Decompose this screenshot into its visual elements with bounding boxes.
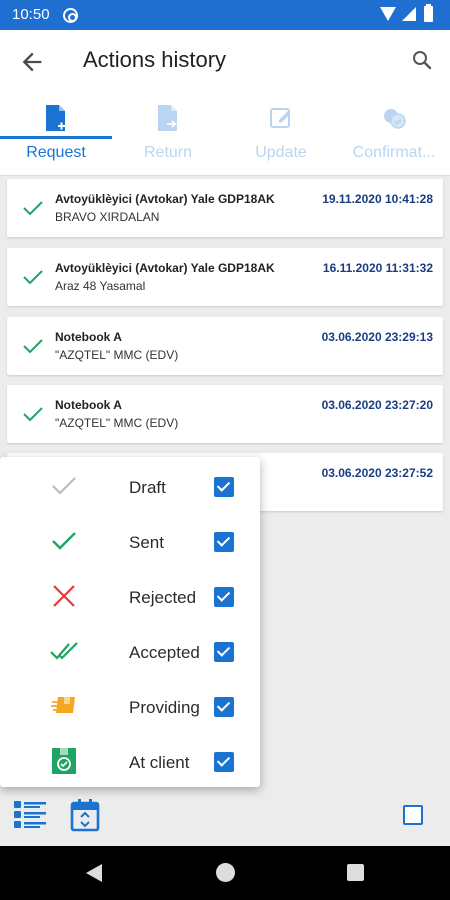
filter-checkbox[interactable]	[214, 532, 234, 552]
item-date: 03.06.2020 23:27:52	[321, 466, 433, 480]
tab-label: Confirmat...	[352, 144, 436, 161]
notification-app-icon	[63, 8, 78, 23]
tab-label: Update	[255, 144, 307, 161]
filter-label: Providing	[129, 698, 200, 717]
bottom-toolbar	[0, 788, 450, 846]
item-subtitle: Araz 48 Yasamal	[55, 279, 146, 293]
select-all-checkbox[interactable]	[403, 805, 423, 825]
filter-label: Rejected	[129, 588, 197, 607]
item-title: Avtoyüklèyici (Avtokar) Yale GDP18AK	[55, 192, 275, 206]
tab-divider	[0, 175, 450, 176]
calendar-icon[interactable]	[70, 798, 100, 832]
return-doc-icon	[158, 105, 178, 131]
item-subtitle: "AZQTEL" MMC (EDV)	[55, 348, 179, 362]
draft-check-icon	[52, 477, 76, 495]
tab-label: Request	[26, 144, 86, 161]
check-icon	[23, 201, 43, 216]
list-item[interactable]: Avtoyüklèyici (Avtokar) Yale GDP18AK Ara…	[7, 248, 443, 306]
confirmation-icon	[384, 109, 406, 129]
filter-option-at-client[interactable]: At client	[0, 734, 260, 789]
sent-check-icon	[52, 532, 76, 550]
filter-option-sent[interactable]: Sent	[0, 514, 260, 569]
item-title: Notebook A	[55, 330, 122, 344]
filter-option-accepted[interactable]: Accepted	[0, 624, 260, 679]
providing-truck-icon	[51, 697, 75, 713]
rejected-x-icon	[53, 585, 75, 607]
page-title: Actions history	[83, 47, 227, 72]
check-icon	[23, 339, 43, 354]
filter-checkbox[interactable]	[214, 587, 234, 607]
check-icon	[23, 270, 43, 285]
filter-label: Sent	[129, 533, 164, 552]
item-date: 19.11.2020 10:41:28	[322, 192, 433, 206]
filter-label: At client	[129, 753, 190, 772]
filter-checkbox[interactable]	[214, 642, 234, 662]
item-title: Notebook A	[55, 398, 122, 412]
filter-label: Draft	[129, 478, 166, 497]
battery-icon	[424, 4, 433, 22]
item-date: 03.06.2020 23:27:20	[321, 398, 433, 412]
back-arrow-icon[interactable]	[18, 48, 46, 76]
accepted-double-check-icon	[50, 642, 78, 660]
tab-return[interactable]: Return	[112, 96, 224, 176]
request-doc-icon	[46, 105, 65, 131]
system-nav-bar	[0, 846, 450, 900]
filter-option-providing[interactable]: Providing	[0, 679, 260, 734]
list-view-icon[interactable]	[14, 800, 46, 830]
nav-back-icon[interactable]	[86, 864, 102, 882]
status-bar: 10:50	[0, 0, 450, 30]
item-subtitle: "AZQTEL" MMC (EDV)	[55, 416, 179, 430]
wifi-icon	[380, 7, 396, 21]
filter-option-draft[interactable]: Draft	[0, 459, 260, 514]
signal-icon	[402, 7, 416, 21]
status-time: 10:50	[12, 6, 50, 23]
at-client-icon	[52, 748, 76, 774]
filter-checkbox[interactable]	[214, 697, 234, 717]
tab-label: Return	[143, 144, 193, 161]
edit-icon	[270, 108, 291, 128]
status-filter-menu: Draft Sent Rejected Accepted Providing A…	[0, 457, 260, 787]
item-subtitle: BRAVO XIRDALAN	[55, 210, 160, 224]
list-item[interactable]: Notebook A "AZQTEL" MMC (EDV) 03.06.2020…	[7, 385, 443, 443]
check-icon	[23, 407, 43, 422]
filter-checkbox[interactable]	[214, 477, 234, 497]
item-date: 03.06.2020 23:29:13	[321, 330, 433, 344]
app-bar: Actions history Request Return Update Co…	[0, 30, 450, 176]
filter-checkbox[interactable]	[214, 752, 234, 772]
filter-label: Accepted	[129, 643, 200, 662]
tab-update[interactable]: Update	[225, 96, 337, 176]
search-icon[interactable]	[410, 48, 434, 72]
active-tab-indicator	[0, 136, 112, 139]
list-item[interactable]: Notebook A "AZQTEL" MMC (EDV) 03.06.2020…	[7, 317, 443, 375]
filter-option-rejected[interactable]: Rejected	[0, 569, 260, 624]
list-item[interactable]: Avtoyüklèyici (Avtokar) Yale GDP18AK BRA…	[7, 179, 443, 237]
nav-home-icon[interactable]	[216, 863, 235, 882]
nav-recents-icon[interactable]	[347, 864, 364, 881]
tab-confirmation[interactable]: Confirmat...	[338, 96, 450, 176]
item-title: Avtoyüklèyici (Avtokar) Yale GDP18AK	[55, 261, 275, 275]
item-date: 16.11.2020 11:31:32	[322, 261, 433, 275]
status-indicators	[380, 4, 440, 24]
